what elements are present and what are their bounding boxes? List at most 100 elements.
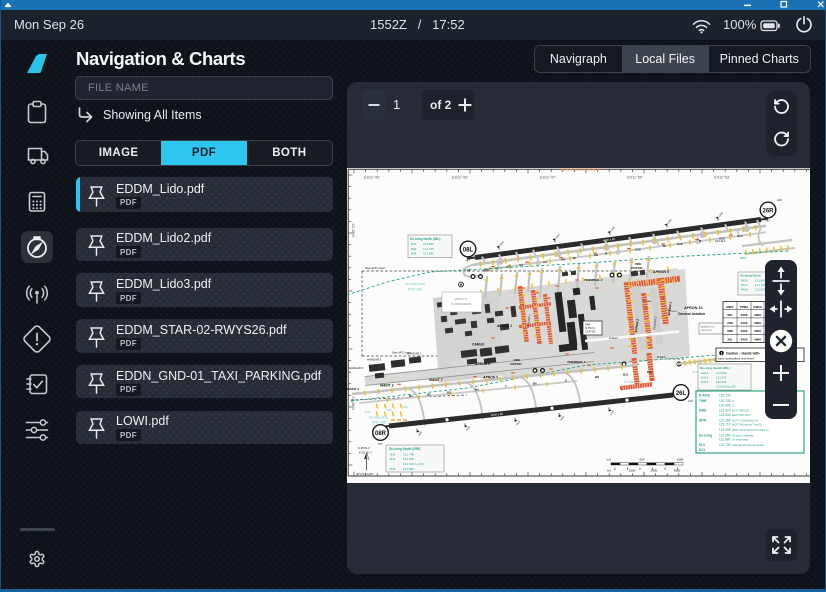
- svg-text:121.940: 121.940: [716, 380, 727, 384]
- svg-text:121.640: 121.640: [403, 457, 414, 461]
- svg-text:A15: A15: [777, 198, 782, 202]
- svg-text:A12: A12: [677, 242, 683, 246]
- svg-text:26L: 26L: [676, 391, 687, 397]
- svg-text:A10: A10: [635, 248, 641, 252]
- svg-text:General Aviation: General Aviation: [678, 312, 705, 316]
- svg-text:B418: B418: [741, 288, 748, 292]
- svg-text:121.730: 121.730: [719, 443, 731, 447]
- svg-text:S: S: [565, 378, 567, 382]
- svg-text:TORA: TORA: [740, 305, 749, 309]
- svg-text:De-icing South (26L): De-icing South (26L): [700, 366, 730, 370]
- svg-text:APR: APR: [699, 418, 707, 422]
- svg-text:De-icing Coordinator: De-icing Coordinator: [732, 434, 754, 437]
- svg-text:See APC chart: See APC chart: [365, 266, 385, 270]
- svg-text:A4: A4: [543, 260, 547, 264]
- svg-text:347°: 347°: [465, 259, 470, 263]
- svg-text:B2: B2: [427, 392, 431, 396]
- svg-text:4320: 4320: [741, 329, 748, 333]
- svg-text:STATION: STATION: [510, 362, 521, 366]
- svg-text:081°: 081°: [765, 219, 770, 223]
- svg-text:120.905: 120.905: [719, 403, 731, 407]
- svg-text:4000: 4000: [754, 321, 761, 325]
- svg-text:m 0: m 0: [606, 458, 611, 462]
- svg-text:TWR: TWR: [699, 399, 707, 403]
- svg-text:B415: B415: [740, 256, 747, 260]
- svg-text:DA13: DA13: [701, 371, 709, 375]
- svg-text:B416: B416: [741, 278, 748, 282]
- svg-text:B41: B41: [390, 452, 396, 456]
- svg-text:MAINT 4: MAINT 4: [347, 387, 359, 391]
- svg-text:4000: 4000: [754, 329, 761, 333]
- svg-text:4000: 4000: [754, 313, 761, 317]
- svg-text:APRON 13: APRON 13: [683, 306, 703, 310]
- svg-text:D-ATIS: D-ATIS: [699, 394, 711, 398]
- svg-text:26R: 26R: [762, 208, 774, 214]
- svg-text:APRON N: APRON N: [453, 297, 468, 301]
- svg-text:CARGO: CARGO: [472, 343, 485, 347]
- svg-text:3000: 3000: [674, 469, 681, 473]
- svg-text:121.740: 121.740: [716, 375, 727, 379]
- svg-text:De-icing: De-icing: [699, 433, 712, 437]
- svg-text:40°(41°)/1487': 40°(41°)/1487': [356, 472, 374, 476]
- svg-text:4320: 4320: [741, 321, 748, 325]
- svg-text:(ACFT 2/3/4) Aprons 1-6: (ACFT 2/3/4) Aprons 1-6: [732, 419, 759, 422]
- svg-text:2000: 2000: [651, 469, 658, 473]
- svg-text:N48°21': N48°21': [351, 396, 356, 410]
- svg-text:B417: B417: [741, 283, 748, 287]
- svg-text:N 48°21.2': N 48°21.2': [358, 446, 371, 450]
- svg-text:1000: 1000: [629, 469, 636, 473]
- svg-text:FIRE: FIRE: [635, 262, 641, 266]
- svg-text:initial call and start-up requ: initial call and start-up request: [732, 444, 764, 447]
- svg-text:08L: 08L: [463, 247, 474, 253]
- svg-text:ARP: ARP: [585, 323, 591, 327]
- svg-text:E011°47': E011°47': [540, 175, 556, 180]
- svg-text:B-East: B-East: [657, 355, 666, 359]
- svg-text:De-icing Area: De-icing Area: [405, 282, 425, 286]
- svg-text:121.645: 121.645: [423, 252, 434, 256]
- svg-text:B42: B42: [390, 457, 396, 461]
- svg-text:APRON 5: APRON 5: [652, 270, 670, 274]
- svg-text:WEST APN OUT: WEST APN OUT: [732, 414, 751, 417]
- svg-text:A14: A14: [737, 234, 743, 238]
- svg-text:121.745: 121.745: [423, 247, 434, 251]
- svg-text:T: T: [505, 384, 507, 388]
- svg-text:De-icing South (08R): De-icing South (08R): [389, 447, 420, 451]
- svg-text:08L: 08L: [727, 313, 732, 317]
- svg-text:121.745: 121.745: [403, 452, 414, 456]
- svg-text:B41: B41: [365, 410, 371, 414]
- svg-text:08R: 08R: [375, 431, 387, 437]
- svg-text:B43: B43: [403, 405, 408, 409]
- svg-text:N: N: [699, 239, 701, 243]
- svg-text:E011°50': E011°50': [627, 175, 643, 180]
- svg-text:FIRE: FIRE: [514, 358, 520, 362]
- svg-text:B11: B11: [623, 372, 629, 376]
- svg-text:De-icing North: De-icing North: [740, 274, 761, 278]
- svg-text:De-icing Area: De-icing Area: [624, 380, 643, 384]
- svg-text:B1: B1: [409, 394, 413, 398]
- svg-text:A3: A3: [507, 265, 511, 269]
- svg-text:B41: B41: [411, 242, 417, 246]
- svg-text:121.890: 121.890: [403, 467, 414, 471]
- svg-text:S-East: S-East: [643, 299, 651, 303]
- svg-text:B4: B4: [475, 388, 479, 392]
- svg-text:N2: N2: [483, 269, 487, 273]
- svg-text:N1: N1: [467, 269, 471, 273]
- svg-text:AIRSHUTTLE: AIRSHUTTLE: [701, 326, 715, 329]
- svg-text:HANGAR 5: HANGAR 5: [367, 358, 382, 362]
- svg-text:IN PROGRESS: IN PROGRESS: [451, 302, 471, 306]
- svg-text:STATION: STATION: [631, 266, 642, 270]
- svg-text:26R: 26R: [727, 321, 733, 325]
- svg-text:TERMINAL 1: TERMINAL 1: [567, 360, 586, 364]
- svg-text:120.705: 120.705: [719, 399, 731, 403]
- svg-text:MAINT 3: MAINT 3: [380, 384, 394, 388]
- svg-text:1: 1: [721, 352, 723, 356]
- svg-text:A6: A6: [561, 258, 565, 262]
- svg-text:S-East: S-East: [609, 336, 618, 340]
- svg-text:121.845: 121.845: [423, 242, 434, 246]
- svg-text:121.830: 121.830: [719, 413, 731, 417]
- svg-text:267°: 267°: [378, 442, 383, 446]
- svg-text:B43: B43: [390, 467, 396, 471]
- svg-text:B3: B3: [447, 390, 451, 394]
- svg-text:121.890: 121.890: [716, 371, 727, 375]
- svg-text:APRON 9: APRON 9: [474, 362, 490, 366]
